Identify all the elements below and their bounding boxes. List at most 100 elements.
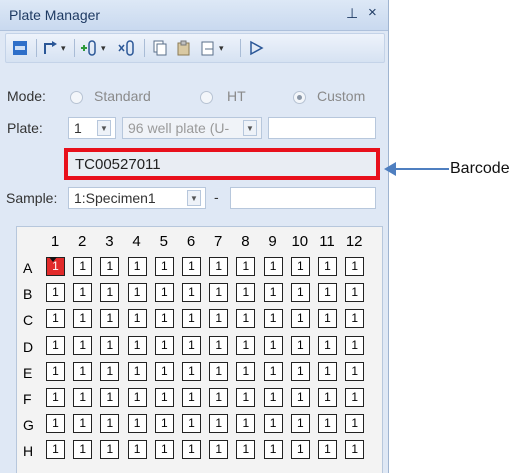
column-header[interactable]: 7 xyxy=(207,233,229,250)
add-tube-icon[interactable]: ▾ xyxy=(80,37,106,59)
column-header[interactable]: 5 xyxy=(153,233,175,250)
well-A7[interactable]: 1 xyxy=(209,257,229,276)
well-D10[interactable]: 1 xyxy=(290,335,310,355)
well-B10[interactable]: 1 xyxy=(290,283,310,303)
radio-custom[interactable] xyxy=(293,91,306,104)
well-H6[interactable]: 1 xyxy=(182,440,201,460)
well-C8[interactable]: 1 xyxy=(236,309,256,329)
well-F7[interactable]: 1 xyxy=(209,388,229,407)
well-G7[interactable]: 1 xyxy=(209,414,229,434)
well-C9[interactable]: 1 xyxy=(263,309,283,329)
well-E1[interactable]: 1 xyxy=(46,361,65,381)
pin-icon[interactable]: ⊥ xyxy=(346,5,358,22)
well-E12[interactable]: 1 xyxy=(345,361,365,381)
well-G4[interactable]: 1 xyxy=(127,414,147,434)
well-B5[interactable]: 1 xyxy=(154,283,174,303)
well-G12[interactable]: 1 xyxy=(345,414,365,434)
well-F9[interactable]: 1 xyxy=(263,388,283,407)
well-C10[interactable]: 1 xyxy=(290,309,310,329)
column-header[interactable]: 10 xyxy=(289,233,311,250)
row-header[interactable]: E xyxy=(23,365,37,381)
column-header[interactable]: 9 xyxy=(262,233,284,250)
row-header[interactable]: F xyxy=(23,391,37,407)
well-H1[interactable]: 1 xyxy=(46,440,65,460)
well-H12[interactable]: 1 xyxy=(345,440,365,460)
well-H9[interactable]: 1 xyxy=(263,440,283,460)
well-C4[interactable]: 1 xyxy=(127,309,147,329)
well-H7[interactable]: 1 xyxy=(209,440,229,460)
well-A8[interactable]: 1 xyxy=(236,257,256,276)
well-A9[interactable]: 1 xyxy=(263,257,283,276)
play-icon[interactable] xyxy=(248,37,264,59)
column-header[interactable]: 8 xyxy=(234,233,256,250)
chevron-down-icon[interactable]: ▼ xyxy=(97,120,111,136)
well-E3[interactable]: 1 xyxy=(100,361,120,381)
well-E2[interactable]: 1 xyxy=(73,361,93,381)
paste-icon[interactable] xyxy=(176,37,192,59)
well-H11[interactable]: 1 xyxy=(318,440,337,460)
plate-type-select[interactable]: 96 well plate (U- ▼ xyxy=(122,117,262,139)
well-E8[interactable]: 1 xyxy=(236,361,256,381)
well-H2[interactable]: 1 xyxy=(73,440,93,460)
row-header[interactable]: A xyxy=(23,260,37,276)
radio-standard[interactable] xyxy=(70,91,83,104)
well-C12[interactable]: 1 xyxy=(345,309,365,329)
well-C1[interactable]: 1 xyxy=(46,309,65,329)
well-A4[interactable]: 1 xyxy=(127,257,147,276)
well-H4[interactable]: 1 xyxy=(127,440,147,460)
sample-select[interactable]: 1:Specimen1 ▼ xyxy=(68,187,206,209)
barcode-field[interactable]: TC00527011 xyxy=(64,148,380,180)
well-D9[interactable]: 1 xyxy=(263,335,283,355)
clipboard-icon[interactable]: ▾ xyxy=(200,37,224,59)
well-B1[interactable]: 1 xyxy=(46,283,65,303)
well-D2[interactable]: 1 xyxy=(73,335,93,355)
sample-extra-field[interactable] xyxy=(230,187,376,209)
well-D12[interactable]: 1 xyxy=(345,335,365,355)
well-G10[interactable]: 1 xyxy=(290,414,310,434)
well-E9[interactable]: 1 xyxy=(263,361,283,381)
plate-number-select[interactable]: 1 ▼ xyxy=(68,117,116,139)
well-F8[interactable]: 1 xyxy=(236,388,256,407)
well-C3[interactable]: 1 xyxy=(100,309,120,329)
well-A3[interactable]: 1 xyxy=(100,257,120,276)
column-header[interactable]: 6 xyxy=(180,233,202,250)
well-B12[interactable]: 1 xyxy=(345,283,365,303)
well-A10[interactable]: 1 xyxy=(290,257,310,276)
well-G9[interactable]: 1 xyxy=(263,414,283,434)
radio-ht[interactable] xyxy=(200,91,213,104)
well-G2[interactable]: 1 xyxy=(73,414,93,434)
well-D1[interactable]: 1 xyxy=(46,335,65,355)
plate-extra-field[interactable] xyxy=(268,117,376,139)
remove-tube-icon[interactable] xyxy=(118,37,136,59)
well-A12[interactable]: 1 xyxy=(345,257,365,276)
column-header[interactable]: 3 xyxy=(98,233,120,250)
well-B4[interactable]: 1 xyxy=(127,283,147,303)
column-header[interactable]: 1 xyxy=(44,233,66,250)
well-H10[interactable]: 1 xyxy=(290,440,310,460)
column-header[interactable]: 4 xyxy=(126,233,148,250)
well-F1[interactable]: 1 xyxy=(46,388,65,407)
well-A11[interactable]: 1 xyxy=(318,257,337,276)
well-C11[interactable]: 1 xyxy=(318,309,337,329)
well-D7[interactable]: 1 xyxy=(209,335,229,355)
chevron-down-icon[interactable]: ▾ xyxy=(219,43,224,54)
well-F6[interactable]: 1 xyxy=(182,388,201,407)
well-E11[interactable]: 1 xyxy=(318,361,337,381)
well-F2[interactable]: 1 xyxy=(73,388,93,407)
well-F4[interactable]: 1 xyxy=(127,388,147,407)
well-F12[interactable]: 1 xyxy=(345,388,365,407)
well-G3[interactable]: 1 xyxy=(100,414,120,434)
well-A2[interactable]: 1 xyxy=(73,257,93,276)
well-F3[interactable]: 1 xyxy=(100,388,120,407)
well-B3[interactable]: 1 xyxy=(100,283,120,303)
well-C5[interactable]: 1 xyxy=(154,309,174,329)
well-D5[interactable]: 1 xyxy=(154,335,174,355)
well-C6[interactable]: 1 xyxy=(182,309,201,329)
well-C7[interactable]: 1 xyxy=(209,309,229,329)
well-D8[interactable]: 1 xyxy=(236,335,256,355)
well-B7[interactable]: 1 xyxy=(209,283,229,303)
well-B9[interactable]: 1 xyxy=(263,283,283,303)
well-B6[interactable]: 1 xyxy=(182,283,201,303)
well-G1[interactable]: 1 xyxy=(46,414,65,434)
chevron-down-icon[interactable]: ▾ xyxy=(61,43,66,54)
